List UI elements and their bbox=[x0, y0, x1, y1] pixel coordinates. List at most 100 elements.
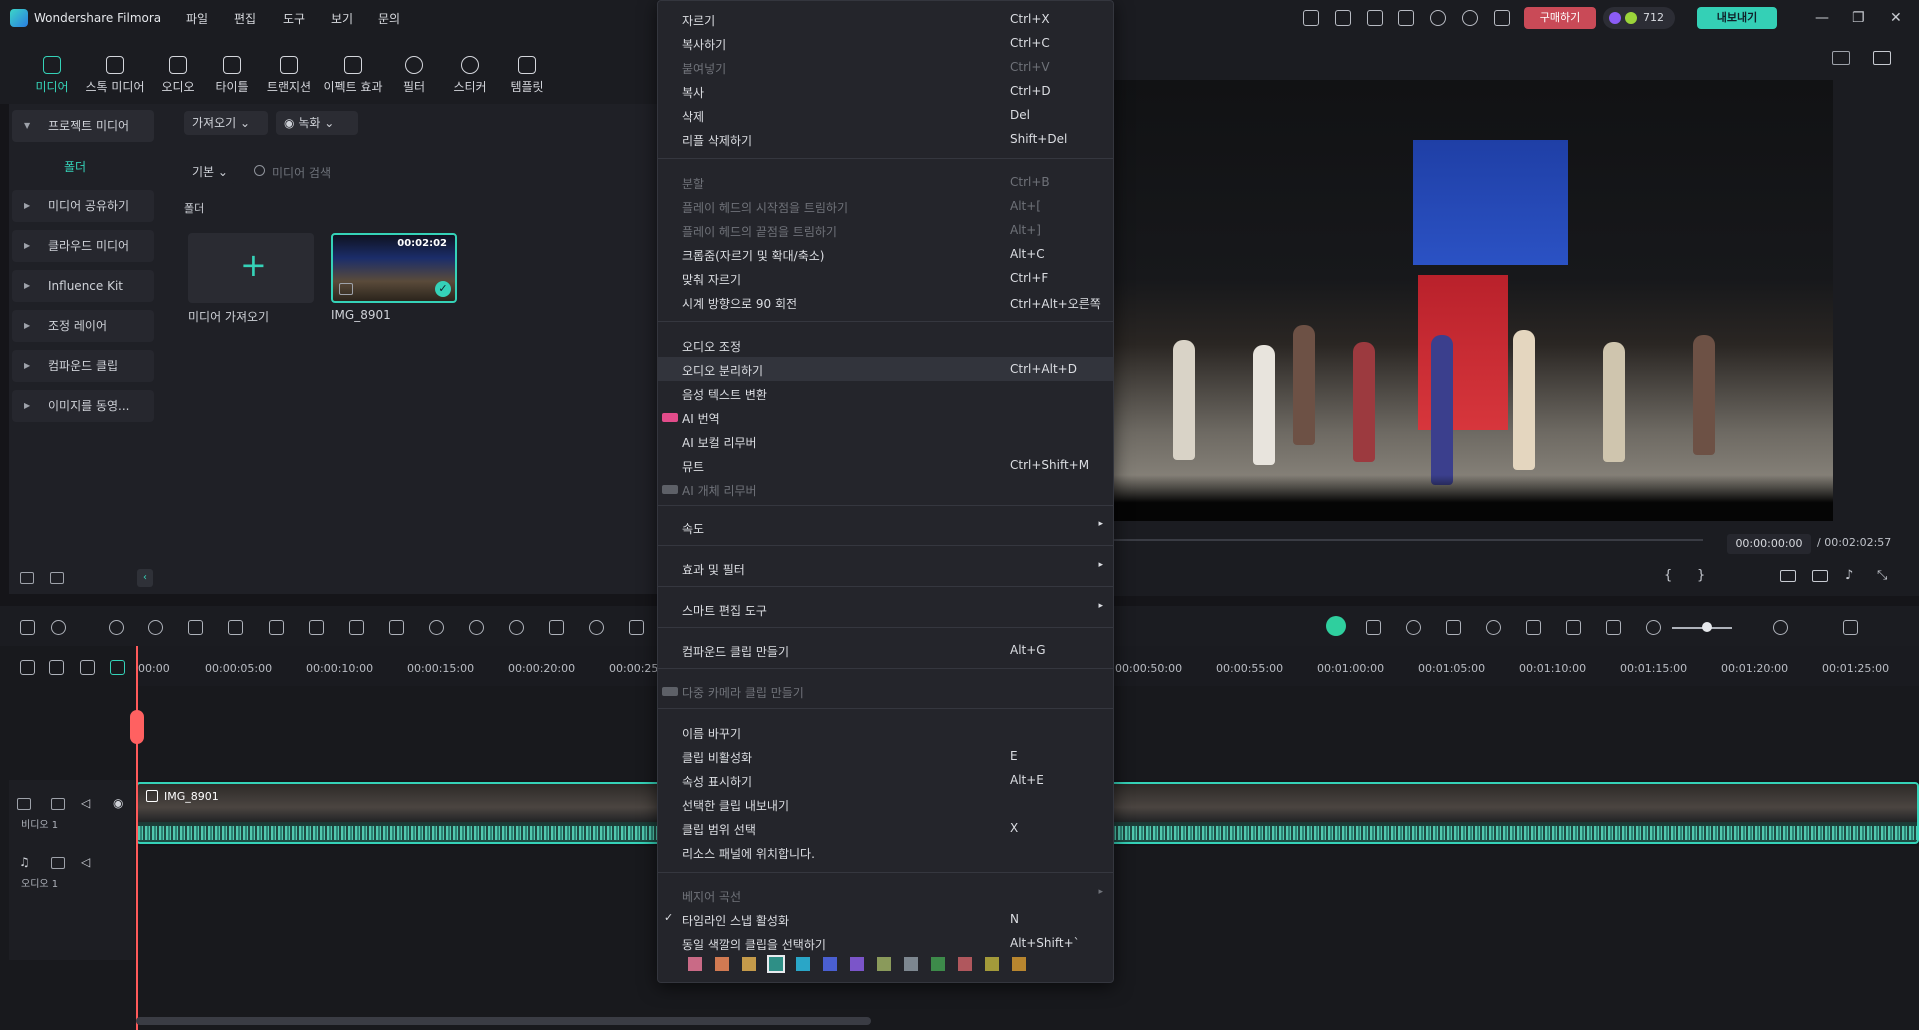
color-swatch[interactable] bbox=[958, 957, 972, 971]
context-menu-item[interactable]: 크롭줌(자르기 및 확대/축소) Alt+C bbox=[658, 242, 1113, 266]
playhead-handle[interactable] bbox=[130, 710, 144, 744]
context-menu-item[interactable]: AI 개체 리무버 bbox=[658, 477, 1113, 501]
preview-video[interactable] bbox=[1113, 80, 1833, 521]
color-swatch[interactable] bbox=[742, 957, 756, 971]
layout-icon[interactable] bbox=[1367, 10, 1383, 26]
context-menu-item[interactable]: 리플 삭제하기 Shift+Del bbox=[658, 127, 1113, 151]
media-icon[interactable] bbox=[1335, 10, 1351, 26]
context-menu-item[interactable]: 분할 Ctrl+B bbox=[658, 170, 1113, 194]
zoom-in-icon[interactable] bbox=[1773, 620, 1788, 635]
context-menu-item[interactable]: 오디오 조정 bbox=[658, 333, 1113, 357]
link-icon[interactable] bbox=[49, 660, 64, 675]
color-icon[interactable] bbox=[469, 620, 484, 635]
tab-transitions[interactable]: 트랜지션 bbox=[262, 36, 316, 100]
support-icon[interactable] bbox=[1462, 10, 1478, 26]
speed-icon[interactable] bbox=[429, 620, 444, 635]
image-icon[interactable] bbox=[1873, 51, 1891, 65]
context-menu-item[interactable]: 음성 텍스트 변환 bbox=[658, 381, 1113, 405]
cut-icon[interactable] bbox=[228, 620, 243, 635]
color-swatch[interactable] bbox=[1012, 957, 1026, 971]
collapse-panel-icon[interactable]: ‹ bbox=[137, 569, 153, 587]
tab-audio[interactable]: 오디오 bbox=[156, 36, 200, 100]
cloud-icon[interactable] bbox=[1430, 10, 1446, 26]
color-swatch[interactable] bbox=[796, 957, 810, 971]
menu-help[interactable]: 문의 bbox=[378, 10, 400, 27]
timeline-scrollbar[interactable] bbox=[136, 1017, 871, 1025]
close-icon[interactable]: ✕ bbox=[1890, 10, 1902, 26]
menu-tools[interactable]: 도구 bbox=[283, 10, 305, 27]
mask-icon[interactable] bbox=[389, 620, 404, 635]
context-menu-item[interactable]: 뮤트 Ctrl+Shift+M bbox=[658, 453, 1113, 477]
folder-icon[interactable] bbox=[50, 572, 64, 584]
fullscreen-icon[interactable]: ⤡ bbox=[1877, 568, 1887, 583]
color-swatch[interactable] bbox=[823, 957, 837, 971]
color-swatch[interactable] bbox=[767, 955, 785, 973]
context-menu-item[interactable]: 붙여넣기 Ctrl+V bbox=[658, 55, 1113, 79]
shield-icon[interactable] bbox=[1446, 620, 1461, 635]
tab-filters[interactable]: 필터 bbox=[392, 36, 436, 100]
ai-icon[interactable] bbox=[509, 620, 524, 635]
side-item-adjustment-layer[interactable]: ▶ 조정 레이어 bbox=[12, 310, 154, 342]
import-media-tile[interactable]: + bbox=[188, 233, 314, 303]
color-swatch[interactable] bbox=[688, 957, 702, 971]
side-item-compound-clip[interactable]: ▶ 컴파운드 클립 bbox=[12, 350, 154, 382]
restore-icon[interactable]: ❐ bbox=[1852, 10, 1865, 26]
eye-icon[interactable]: ◉ bbox=[113, 796, 123, 810]
context-menu-item[interactable]: 스마트 편집 도구 ▸ bbox=[658, 597, 1113, 621]
crop-icon[interactable] bbox=[269, 620, 284, 635]
search-input[interactable]: 미디어 검색 bbox=[272, 164, 331, 181]
audio-mix-icon[interactable] bbox=[1526, 620, 1541, 635]
tab-effects[interactable]: 이펙트 효과 bbox=[320, 36, 386, 100]
context-menu-item[interactable]: 맞춰 자르기 Ctrl+F bbox=[658, 266, 1113, 290]
new-folder-icon[interactable] bbox=[20, 572, 34, 584]
side-item-shared-media[interactable]: ▶ 미디어 공유하기 bbox=[12, 190, 154, 222]
speaker-icon[interactable]: ◁ bbox=[81, 855, 90, 869]
redo-icon[interactable] bbox=[148, 620, 163, 635]
media-search[interactable]: 미디어 검색 bbox=[248, 160, 658, 184]
add-track-icon[interactable] bbox=[20, 660, 35, 675]
context-menu-item[interactable]: 삭제 Del bbox=[658, 103, 1113, 127]
credits-pill[interactable]: 712 bbox=[1603, 7, 1675, 29]
speaker-icon[interactable]: ◁ bbox=[81, 796, 90, 810]
lock-icon[interactable] bbox=[51, 857, 65, 869]
context-menu-item[interactable]: 플레이 헤드의 끝점을 트림하기 Alt+] bbox=[658, 218, 1113, 242]
fit-icon[interactable] bbox=[1606, 620, 1621, 635]
color-swatch[interactable] bbox=[715, 957, 729, 971]
snapshot-icon[interactable] bbox=[1812, 570, 1828, 582]
sort-dropdown[interactable]: 기본 ⌄ bbox=[184, 160, 236, 184]
context-menu-item[interactable]: 복사하기 Ctrl+C bbox=[658, 31, 1113, 55]
tab-stickers[interactable]: 스티커 bbox=[448, 36, 492, 100]
color-swatch[interactable] bbox=[931, 957, 945, 971]
context-menu-item[interactable]: 플레이 헤드의 시작점을 트림하기 Alt+[ bbox=[658, 194, 1113, 218]
mark-out-icon[interactable]: } bbox=[1697, 568, 1705, 583]
context-menu-item[interactable]: 오디오 분리하기 Ctrl+Alt+D bbox=[658, 357, 1113, 381]
menu-file[interactable]: 파일 bbox=[186, 10, 208, 27]
undo-icon[interactable] bbox=[109, 620, 124, 635]
record-dropdown[interactable]: ◉ 녹화 ⌄ bbox=[276, 111, 358, 135]
context-menu-item[interactable]: 복사 Ctrl+D bbox=[658, 79, 1113, 103]
side-item-image-to-video[interactable]: ▶ 이미지를 동영... bbox=[12, 390, 154, 422]
tab-templates[interactable]: 템플릿 bbox=[504, 36, 550, 100]
stabilize-icon[interactable] bbox=[629, 620, 644, 635]
zoom-slider-thumb[interactable] bbox=[1702, 622, 1712, 632]
buy-button[interactable]: 구매하기 bbox=[1524, 7, 1596, 29]
pip-icon[interactable] bbox=[1566, 620, 1581, 635]
zoom-out-icon[interactable] bbox=[1646, 620, 1661, 635]
grid-view-icon[interactable] bbox=[1832, 51, 1850, 65]
snap-icon[interactable] bbox=[110, 660, 125, 675]
context-menu-item[interactable]: 선택한 클립 내보내기 bbox=[658, 792, 1113, 816]
context-menu-item[interactable]: ✓ 타임라인 스냅 활성화 N bbox=[658, 907, 1113, 931]
volume-icon[interactable]: ♪ bbox=[1845, 568, 1853, 583]
context-menu-item[interactable]: 이름 바꾸기 bbox=[658, 720, 1113, 744]
color-swatch[interactable] bbox=[985, 957, 999, 971]
more-grid-icon[interactable] bbox=[1843, 620, 1858, 635]
tab-media[interactable]: 미디어 bbox=[30, 36, 74, 100]
context-menu-item[interactable]: 속도 ▸ bbox=[658, 515, 1113, 539]
minimize-icon[interactable]: — bbox=[1815, 10, 1829, 26]
lock-icon[interactable] bbox=[51, 798, 65, 810]
save-icon[interactable] bbox=[1398, 10, 1414, 26]
context-menu-item[interactable]: 컴파운드 클립 만들기 Alt+G bbox=[658, 638, 1113, 662]
media-clip-thumbnail[interactable]: 00:02:02 ✓ bbox=[331, 233, 457, 303]
context-menu-item[interactable]: 베지어 곡선 ▸ bbox=[658, 883, 1113, 907]
apps-grid-icon[interactable] bbox=[1494, 10, 1510, 26]
